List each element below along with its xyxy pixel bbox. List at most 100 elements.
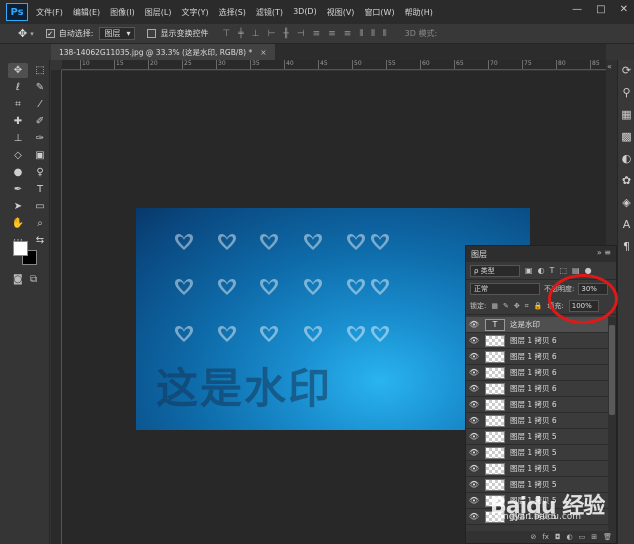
layer-row[interactable]: 👁 图层 1 拷贝 6	[466, 397, 608, 413]
menu-edit[interactable]: 编辑(E)	[73, 7, 100, 18]
blur-tool-icon[interactable]: ●	[8, 165, 28, 180]
pen-tool-icon[interactable]: ✒	[8, 182, 28, 197]
mask-icon[interactable]: ◘	[555, 533, 561, 541]
layer-row[interactable]: 👁 图层 1 拷贝 6	[466, 381, 608, 397]
close-button[interactable]: ✕	[620, 4, 628, 15]
visibility-eye-icon[interactable]: 👁	[466, 448, 482, 457]
foreground-color-swatch[interactable]	[13, 241, 28, 256]
gradient-tool-icon[interactable]: ▣	[30, 148, 50, 163]
visibility-eye-icon[interactable]: 👁	[466, 512, 482, 521]
filter-type-icon[interactable]: T	[550, 266, 555, 275]
brush-tool-icon[interactable]: ✐	[30, 114, 50, 129]
maximize-button[interactable]: □	[596, 4, 605, 15]
document-tab[interactable]: 138-14062G11035.jpg @ 33.3% (这是水印, RGB/8…	[51, 44, 275, 60]
menu-filter[interactable]: 滤镜(T)	[256, 7, 283, 18]
color-panel-icon[interactable]: ▩	[618, 126, 634, 148]
chevron-down-icon[interactable]: ▾	[30, 30, 34, 38]
menu-help[interactable]: 帮助(H)	[405, 7, 433, 18]
lasso-tool-icon[interactable]: ℓ	[8, 80, 28, 95]
visibility-eye-icon[interactable]: 👁	[466, 336, 482, 345]
quick-select-tool-icon[interactable]: ✎	[30, 80, 50, 95]
history-brush-tool-icon[interactable]: ✑	[30, 131, 50, 146]
layer-list-scrollbar[interactable]	[608, 317, 616, 532]
layer-row[interactable]: 👁 图层 1 拷贝 5	[466, 445, 608, 461]
layers-panel-icon[interactable]: ◈	[618, 192, 634, 214]
crop-tool-icon[interactable]: ⌗	[8, 97, 28, 112]
adjustment-icon[interactable]: ◐	[567, 533, 573, 541]
hand-tool-icon[interactable]: ✋	[8, 216, 28, 231]
swatches-panel-icon[interactable]: ▦	[618, 104, 634, 126]
layer-row[interactable]: 👁 图层 1 拷贝 6	[466, 349, 608, 365]
path-select-tool-icon[interactable]: ➤	[8, 199, 28, 214]
healing-brush-tool-icon[interactable]: ✚	[8, 114, 28, 129]
layer-row[interactable]: 👁 图层 1 拷贝 5	[466, 429, 608, 445]
align-bottom-icon[interactable]: ⊥	[252, 29, 260, 39]
align-hcenter-icon[interactable]: ╫	[283, 29, 288, 39]
panel-menu-icon[interactable]: » ≡	[597, 248, 611, 257]
layers-panel-title[interactable]: 图层	[471, 249, 487, 260]
menu-view[interactable]: 视图(V)	[327, 7, 355, 18]
scrollbar-thumb[interactable]	[609, 325, 615, 415]
visibility-eye-icon[interactable]: 👁	[466, 400, 482, 409]
actions-panel-icon[interactable]: ⚲	[618, 82, 634, 104]
layer-row[interactable]: 👁 图层 1 拷贝 5	[466, 461, 608, 477]
menu-window[interactable]: 窗口(W)	[364, 7, 394, 18]
visibility-eye-icon[interactable]: 👁	[466, 320, 482, 329]
screen-mode-icon[interactable]: ⧉	[30, 274, 37, 285]
type-tool-icon[interactable]: T	[30, 182, 50, 197]
zoom-tool-icon[interactable]: ⌕	[30, 216, 50, 231]
distribute-bottom-icon[interactable]: ≡	[344, 29, 352, 39]
visibility-eye-icon[interactable]: 👁	[466, 432, 482, 441]
filter-shape-icon[interactable]: ⬚	[559, 266, 567, 275]
distribute-left-icon[interactable]: ⫴	[359, 29, 363, 39]
filter-adjustment-icon[interactable]: ◐	[538, 266, 545, 275]
filter-kind-dropdown[interactable]: ρ 类型	[470, 264, 520, 277]
lock-position-icon[interactable]: ✥	[514, 302, 520, 310]
layer-name[interactable]: 图层 1 拷贝 6	[510, 351, 557, 362]
dodge-tool-icon[interactable]: ♀	[30, 165, 50, 180]
show-transform-checkbox[interactable]	[147, 29, 157, 38]
filter-pixel-icon[interactable]: ▣	[525, 266, 533, 275]
distribute-vcenter-icon[interactable]: ≡	[328, 29, 336, 39]
marquee-tool-icon[interactable]: ⬚	[30, 63, 50, 78]
visibility-eye-icon[interactable]: 👁	[466, 464, 482, 473]
layer-name[interactable]: 图层 1 拷贝 6	[510, 399, 557, 410]
visibility-eye-icon[interactable]: 👁	[466, 352, 482, 361]
align-vcenter-icon[interactable]: ╪	[238, 29, 243, 39]
quick-mask-icon[interactable]: ◙	[13, 274, 23, 285]
menu-file[interactable]: 文件(F)	[36, 7, 63, 18]
rectangle-tool-icon[interactable]: ▭	[30, 199, 50, 214]
visibility-eye-icon[interactable]: 👁	[466, 480, 482, 489]
move-tool-icon[interactable]: ✥	[8, 63, 28, 78]
horizontal-ruler[interactable]: 10 15 20 25 30 35 40 45 50 55 60 65 70 75 80 85	[62, 60, 606, 70]
menu-layer[interactable]: 图层(L)	[145, 7, 172, 18]
character-panel-icon[interactable]: A	[618, 214, 634, 236]
layer-name[interactable]: 这是水印	[510, 319, 540, 330]
layer-name[interactable]: 图层 1 拷贝 6	[510, 335, 557, 346]
menu-type[interactable]: 文字(Y)	[181, 7, 208, 18]
default-colors-icon[interactable]: ⇆	[30, 233, 50, 248]
adjustments-panel-icon[interactable]: ◐	[618, 148, 634, 170]
history-panel-icon[interactable]: ⟳	[618, 60, 634, 82]
collapse-icon[interactable]: «	[607, 62, 612, 71]
eraser-tool-icon[interactable]: ◇	[8, 148, 28, 163]
menu-3d[interactable]: 3D(D)	[293, 7, 317, 18]
layer-row[interactable]: 👁 图层 1 拷贝 6	[466, 413, 608, 429]
watermark-text-layer[interactable]: 这是水印	[156, 355, 332, 416]
visibility-eye-icon[interactable]: 👁	[466, 496, 482, 505]
new-layer-icon[interactable]: ⊞	[591, 533, 597, 541]
menu-select[interactable]: 选择(S)	[219, 7, 246, 18]
align-top-icon[interactable]: ⊤	[222, 29, 230, 39]
layer-name[interactable]: 图层 1 拷贝 6	[510, 383, 557, 394]
lock-artboard-icon[interactable]: ⌗	[525, 302, 529, 311]
layer-name[interactable]: 图层 1 拷贝 5	[510, 447, 557, 458]
lock-pixels-icon[interactable]: ✎	[503, 302, 509, 310]
fx-icon[interactable]: fx	[542, 533, 549, 541]
trash-icon[interactable]: 🗑	[603, 533, 612, 541]
layer-row[interactable]: 👁 图层 1 拷贝 6	[466, 333, 608, 349]
paragraph-panel-icon[interactable]: ¶	[618, 236, 634, 258]
layer-name[interactable]: 图层 1 拷贝 5	[510, 431, 557, 442]
link-icon[interactable]: ⊘	[530, 533, 536, 541]
auto-select-target-dropdown[interactable]: 图层 ▾	[99, 27, 136, 40]
blend-mode-dropdown[interactable]: 正常	[470, 283, 540, 295]
